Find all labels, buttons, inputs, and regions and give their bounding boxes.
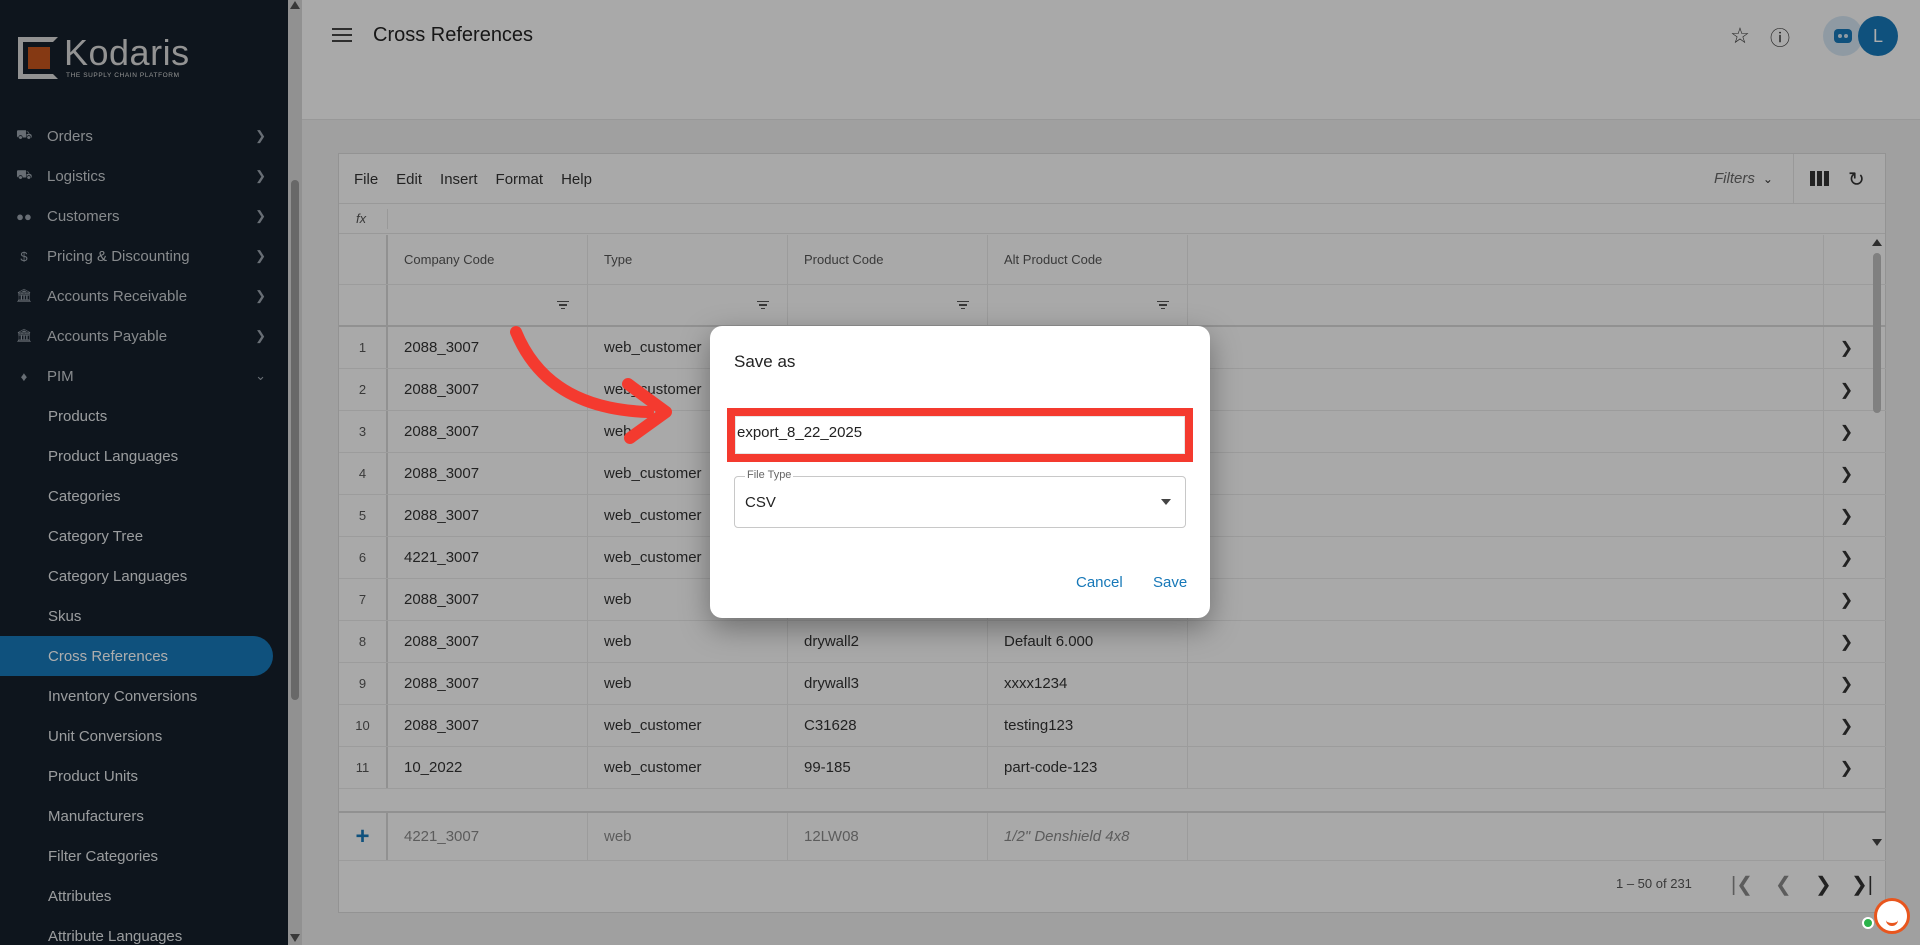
- chat-support-icon[interactable]: [1874, 898, 1910, 934]
- filename-field[interactable]: export_8_22_2025: [727, 408, 1193, 462]
- save-as-dialog: Save as export_8_22_2025 File Type CSV C…: [710, 326, 1210, 618]
- filename-value[interactable]: export_8_22_2025: [737, 424, 862, 441]
- online-status-dot: [1862, 917, 1874, 929]
- cancel-button[interactable]: Cancel: [1076, 574, 1123, 591]
- dialog-title: Save as: [734, 352, 796, 371]
- file-type-label: File Type: [745, 469, 794, 481]
- annotation-arrow-icon: [510, 326, 672, 444]
- file-type-value[interactable]: CSV: [745, 494, 776, 511]
- save-button[interactable]: Save: [1153, 574, 1187, 591]
- dropdown-arrow-icon[interactable]: [1161, 499, 1171, 505]
- file-type-select[interactable]: File Type CSV: [734, 469, 1186, 528]
